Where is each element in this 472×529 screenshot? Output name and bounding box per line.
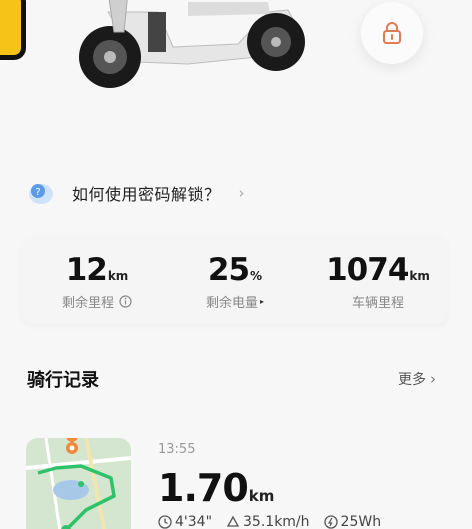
route-map-icon bbox=[26, 438, 131, 529]
ride-time: 13:55 bbox=[158, 442, 196, 457]
ride-speed: 35.1km/h bbox=[243, 514, 310, 529]
stat-odometer: 1074km 车辆里程 bbox=[308, 252, 448, 311]
lock-icon bbox=[383, 22, 401, 44]
stat-label: 剩余里程 bbox=[61, 296, 114, 311]
password-unlock-help[interactable]: ? 如何使用密码解锁？ › bbox=[26, 178, 245, 208]
ride-distance: 1.70km bbox=[158, 466, 274, 510]
ride-meta: 4'34" 35.1km/h 25Wh bbox=[158, 514, 381, 529]
lock-button[interactable] bbox=[361, 2, 423, 64]
svg-text:?: ? bbox=[35, 187, 40, 198]
chevron-right-icon: › bbox=[430, 370, 436, 388]
vehicle-stats-card: 12km 剩余里程 25% 剩余电量 ▸ 1074km 车辆里程 bbox=[22, 236, 448, 324]
app-badge bbox=[0, 0, 26, 60]
energy-icon bbox=[323, 515, 338, 529]
stat-label: 车辆里程 bbox=[351, 296, 404, 311]
triangle-right-icon: ▸ bbox=[260, 297, 265, 306]
help-text: 如何使用密码解锁？ bbox=[72, 185, 221, 204]
ride-distance-value: 1.70 bbox=[158, 466, 249, 510]
info-icon[interactable] bbox=[119, 295, 132, 308]
speed-icon bbox=[226, 515, 240, 527]
clock-icon bbox=[158, 515, 172, 529]
vehicle-hero bbox=[0, 0, 472, 165]
more-label: 更多 bbox=[398, 372, 426, 388]
stat-value: 12 bbox=[65, 252, 108, 288]
stat-value: 1074 bbox=[326, 252, 409, 288]
ride-distance-unit: km bbox=[248, 487, 275, 505]
stat-unit: km bbox=[107, 269, 129, 283]
stat-value: 25 bbox=[207, 252, 250, 288]
ride-map-thumbnail[interactable] bbox=[26, 438, 131, 529]
ride-energy: 25Wh bbox=[340, 514, 382, 529]
more-link[interactable]: 更多 › bbox=[398, 369, 436, 389]
ride-duration: 4'34" bbox=[175, 514, 213, 529]
stat-remaining-range[interactable]: 12km 剩余里程 bbox=[27, 252, 167, 311]
stat-label: 剩余电量 bbox=[205, 296, 258, 311]
stat-unit: km bbox=[409, 269, 430, 283]
stat-remaining-battery[interactable]: 25% 剩余电量 ▸ bbox=[165, 252, 305, 311]
ride-records-title: 骑行记录 bbox=[27, 370, 99, 391]
help-bubble-icon: ? bbox=[29, 184, 53, 204]
stat-unit: % bbox=[250, 269, 263, 283]
chevron-right-icon: › bbox=[238, 184, 245, 202]
scooter-image bbox=[79, 0, 305, 88]
